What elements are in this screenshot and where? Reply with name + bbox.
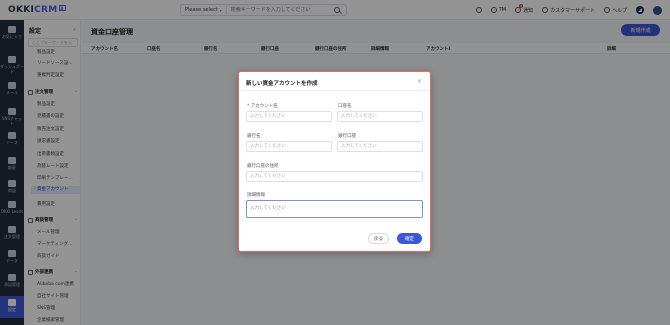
bank-address-label: 銀行口座の住所 (247, 164, 279, 169)
details-textarea[interactable]: 入力してください (246, 200, 423, 218)
bank-account-label: 銀行口座 (338, 134, 356, 139)
close-icon[interactable]: × (417, 78, 422, 85)
bank-name-label: 銀行名 (247, 134, 261, 139)
bank-account-input[interactable]: 入力してください (337, 141, 423, 152)
dialog-title: 新しい資金アカウントを作成 (246, 81, 318, 87)
back-button[interactable]: 戻る (368, 233, 389, 244)
divider (239, 90, 430, 91)
bank-address-input[interactable]: 入力してください (246, 171, 423, 182)
account-name-input[interactable]: 入力してください (246, 111, 332, 122)
account-name-label: * アカウント名 (247, 104, 278, 109)
confirm-button[interactable]: 確定 (397, 233, 422, 244)
details-label: 詳細情報 (247, 193, 265, 198)
account-title-input[interactable]: 入力してください (337, 111, 423, 122)
create-fund-account-dialog: 新しい資金アカウントを作成 × (238, 71, 431, 252)
account-title-label: 口座名 (338, 104, 352, 109)
bank-name-input[interactable]: 入力してください (246, 141, 332, 152)
